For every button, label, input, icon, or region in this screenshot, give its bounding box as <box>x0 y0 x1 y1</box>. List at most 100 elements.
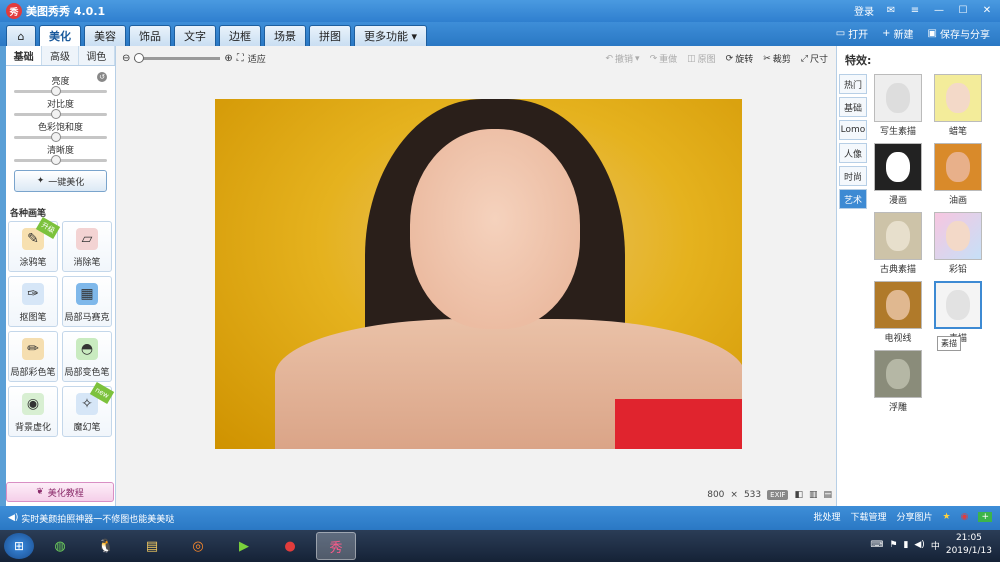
brightness-slider[interactable] <box>14 86 107 96</box>
preview-icon[interactable]: ▤ <box>823 490 832 500</box>
one-click-label: 一键美化 <box>48 177 85 188</box>
taskbar: ⊞ ◍ 🐧 ▤ ◎ ▶ ● 秀 ⌨ ⚑ ▮ ◀) 中 21:05 2019/1/… <box>0 530 1000 562</box>
effect-item[interactable]: 漫画 <box>873 143 923 206</box>
sharpness-knob[interactable] <box>50 155 61 165</box>
clock[interactable]: 21:05 2019/1/13 <box>946 532 992 558</box>
subtab-advanced[interactable]: 高级 <box>42 46 79 65</box>
thumb-face <box>946 221 970 251</box>
tab-more[interactable]: 更多功能 ▾ <box>354 25 428 46</box>
brush-eraser[interactable]: ▱ 消除笔 <box>62 221 112 272</box>
weibo-icon[interactable]: ◉ <box>961 512 969 522</box>
message-icon[interactable]: ✉ <box>884 4 898 18</box>
new-button[interactable]: + 新建 <box>882 26 913 41</box>
flag-icon[interactable]: ⚑ <box>889 540 897 550</box>
brush-blur[interactable]: ◉ 背景虚化 <box>8 386 58 437</box>
firefox-icon[interactable]: ◎ <box>178 532 218 560</box>
open-button[interactable]: ▭ 打开 <box>836 26 868 41</box>
menu-icon[interactable]: ≡ <box>908 4 922 18</box>
size-button[interactable]: ⤢ 尺寸 <box>801 52 828 66</box>
sharpness-slider[interactable] <box>14 155 107 165</box>
tutorial-button[interactable]: ❦ 美化教程 <box>6 482 114 502</box>
brush-recolor[interactable]: ◓ 局部变色笔 <box>62 331 112 382</box>
category-hot[interactable]: 热门 <box>839 74 867 94</box>
brightness-knob[interactable] <box>50 86 61 96</box>
rotate-button[interactable]: ⟳ 旋转 <box>726 52 754 66</box>
effect-item[interactable]: 油画 <box>933 143 983 206</box>
tab-scene[interactable]: 场景 <box>264 25 306 46</box>
brightness-label: 亮度 <box>51 77 70 87</box>
photo-canvas[interactable] <box>215 99 742 449</box>
tab-collage[interactable]: 拼图 <box>309 25 351 46</box>
volume-icon[interactable]: ◀) <box>914 540 924 550</box>
share-image-button[interactable]: 分享图片 <box>897 510 933 523</box>
reset-icon[interactable]: ↺ <box>97 72 107 82</box>
effect-item-selected[interactable]: 素描 <box>933 281 983 344</box>
effect-item[interactable]: 彩铅 <box>933 212 983 275</box>
media-player-icon[interactable]: ▶ <box>224 532 264 560</box>
subtab-basic[interactable]: 基础 <box>6 46 43 65</box>
ime-icon[interactable]: 中 <box>931 539 940 552</box>
network-icon[interactable]: ▮ <box>903 540 908 550</box>
compare-icon[interactable]: ◧ <box>794 490 803 500</box>
home-tab[interactable]: ⌂ <box>6 25 36 46</box>
brush-doodle[interactable]: 升级 ✎ 涂鸦笔 <box>8 216 61 272</box>
brush-mosaic[interactable]: ▦ 局部马赛克 <box>62 276 112 327</box>
crop-button[interactable]: ✂ 裁剪 <box>763 52 791 66</box>
zoom-in-icon[interactable]: ⊕ <box>224 53 232 64</box>
tab-text[interactable]: 文字 <box>174 25 216 46</box>
save-share-button[interactable]: ▣ 保存与分享 <box>928 26 990 41</box>
original-button[interactable]: ◫ 原图 <box>687 52 716 66</box>
effect-item[interactable]: 古典素描 <box>873 212 923 275</box>
category-fashion[interactable]: 时尚 <box>839 166 867 186</box>
maximize-icon[interactable]: ☐ <box>956 4 970 18</box>
promo-message[interactable]: 实时美颜拍照神器一不修图也能美美哒 <box>21 512 174 525</box>
add-icon[interactable]: + <box>978 511 992 522</box>
fit-icon[interactable]: ⛶ <box>237 53 244 64</box>
effect-item[interactable]: 写生素描 <box>873 74 923 137</box>
tab-beauty[interactable]: 美容 <box>84 25 126 46</box>
category-lomo[interactable]: Lomo <box>839 120 867 140</box>
contrast-slider[interactable] <box>14 109 107 119</box>
brush-cutout[interactable]: ✑ 抠图笔 <box>8 276 58 327</box>
redo-button[interactable]: ↷ 重做 <box>650 52 678 66</box>
category-basic[interactable]: 基础 <box>839 97 867 117</box>
download-manager-button[interactable]: 下载管理 <box>850 510 886 523</box>
login-link[interactable]: 登录 <box>854 3 874 18</box>
zoom-knob[interactable] <box>134 53 145 63</box>
qq-icon[interactable]: 🐧 <box>86 532 126 560</box>
exif-button[interactable]: EXIF <box>767 490 789 500</box>
tab-frame[interactable]: 边框 <box>219 25 261 46</box>
rotate-label: 旋转 <box>735 55 754 65</box>
star-icon[interactable]: ★ <box>943 512 951 522</box>
ie-browser-icon[interactable]: ◍ <box>40 532 80 560</box>
effect-item[interactable]: 浮雕 <box>873 350 923 413</box>
subtab-tone[interactable]: 调色 <box>78 46 115 65</box>
category-portrait[interactable]: 人像 <box>839 143 867 163</box>
redo-label: 重做 <box>659 55 678 65</box>
close-icon[interactable]: ✕ <box>980 4 994 18</box>
fit-button[interactable]: 适应 <box>248 52 266 65</box>
effect-item[interactable]: 蜡笔 <box>933 74 983 137</box>
category-art[interactable]: 艺术 <box>839 189 867 209</box>
effect-item[interactable]: 电视线 <box>873 281 923 344</box>
split-view-icon[interactable]: ▥ <box>809 490 818 500</box>
batch-button[interactable]: 批处理 <box>813 510 840 523</box>
saturation-slider[interactable] <box>14 132 107 142</box>
brush-magic[interactable]: new ✧ 魔幻笔 <box>62 381 115 437</box>
tab-accessories[interactable]: 饰品 <box>129 25 171 46</box>
zoom-slider[interactable] <box>134 53 221 63</box>
meitu-taskbar-icon[interactable]: 秀 <box>316 532 356 560</box>
contrast-knob[interactable] <box>50 109 61 119</box>
chevron-down-icon: ▾ <box>635 53 640 64</box>
one-click-beautify-button[interactable]: ✦ 一键美化 <box>14 170 107 192</box>
recorder-icon[interactable]: ● <box>270 532 310 560</box>
zoom-out-icon[interactable]: ⊖ <box>122 53 130 64</box>
undo-button[interactable]: ↶ 撤销 ▾ <box>605 52 640 66</box>
file-explorer-icon[interactable]: ▤ <box>132 532 172 560</box>
tab-beautify[interactable]: 美化 <box>39 25 81 46</box>
saturation-knob[interactable] <box>50 132 61 142</box>
minimize-icon[interactable]: — <box>932 4 946 18</box>
start-button[interactable]: ⊞ <box>4 533 34 559</box>
keyboard-icon[interactable]: ⌨ <box>870 540 883 550</box>
brush-local-color[interactable]: ✏ 局部彩色笔 <box>8 331 58 382</box>
